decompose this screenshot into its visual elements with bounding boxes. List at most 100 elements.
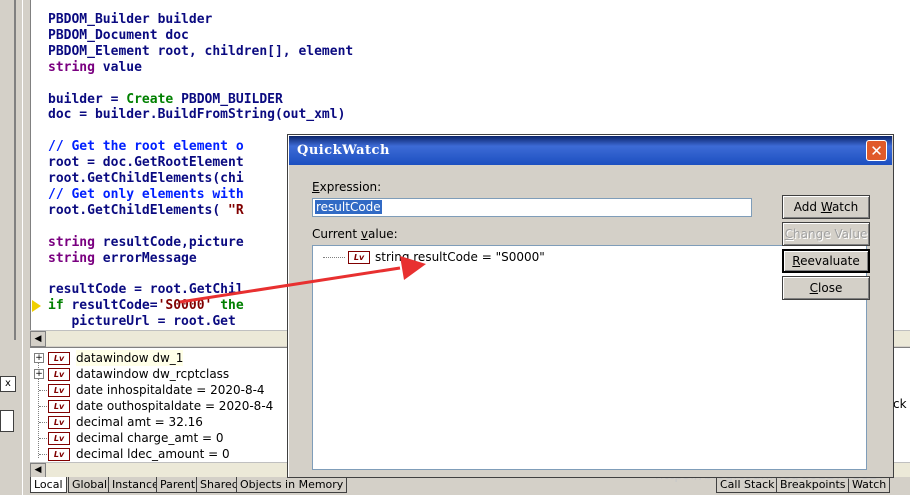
code-token: // Get only elements with [48,186,244,202]
code-token: string [48,234,95,250]
mnemonic-letter: v [360,227,368,241]
code-line[interactable]: // Get the root element o [48,139,244,154]
dialog-titlebar[interactable]: QuickWatch ✕ [289,136,892,165]
quickwatch-dialog: QuickWatch ✕ Expression: resultCode Curr… [287,134,894,478]
expand-plus-icon[interactable]: + [34,353,44,363]
tree-connector [39,390,47,391]
dock-close-icon[interactable]: x [0,376,16,392]
code-line[interactable]: PBDOM_Document doc [48,28,189,43]
close-button[interactable]: Close [782,276,870,300]
reevaluate-button[interactable]: Reevaluate [782,249,870,273]
local-variable-icon: Lv [348,251,370,264]
variable-row[interactable]: Lv decimal amt = 32.16 [30,414,330,430]
variable-text: date outhospitaldate = 2020-8-4 [76,399,274,413]
current-line-arrow-icon [32,300,41,312]
code-token: string [48,250,95,266]
gutter-divider [22,0,23,495]
code-token: the [212,298,244,314]
mnemonic-letter: E [312,180,320,194]
variable-row[interactable]: + Lv datawindow dw_1 [30,350,330,366]
code-token: resultCode= [63,298,158,314]
tab-instance[interactable]: Instance [108,477,163,493]
expression-value: resultCode [315,200,382,214]
variable-text: datawindow dw_rcptclass [76,367,230,381]
code-token: "R [228,202,244,218]
code-token: PBDOM_BUILDER [173,91,283,107]
local-variable-icon: Lv [48,416,70,429]
variable-row[interactable]: Lv decimal ldec_amount = 0 [30,446,330,462]
tree-connector [39,422,47,423]
tab-objects-in-memory[interactable]: Objects in Memory [236,477,348,493]
change-value-button[interactable]: Change Value [782,222,870,246]
code-token: root.GetChildElements(chi [48,171,244,187]
variable-text: date inhospitaldate = 2020-8-4 [76,383,265,397]
code-token: PBDOM_Document doc [48,27,189,43]
local-variable-icon: Lv [48,432,70,445]
code-token: root.GetChildElements( [48,202,229,218]
tab-global[interactable]: Global [68,477,112,493]
code-token: errorMessage [94,250,197,266]
code-line[interactable]: PBDOM_Element root, children[], element [48,44,353,59]
variable-row[interactable]: + Lv datawindow dw_rcptclass [30,366,330,382]
tree-connector [39,454,47,455]
close-icon[interactable]: ✕ [866,140,887,161]
code-line[interactable]: root.GetChildElements(chi [48,171,244,186]
local-variable-icon: Lv [48,384,70,397]
code-token: value [94,59,142,75]
tree-connector [39,438,47,439]
code-line[interactable]: string errorMessage [48,251,197,266]
code-token: pictureUrl = root.Get [48,314,236,330]
local-variable-icon: Lv [48,352,70,365]
code-token: builder = [48,91,127,107]
gutter-divider [14,0,16,340]
code-token: 'S0000' [157,298,213,314]
mnemonic-letter: W [820,200,832,214]
value-text: string resultCode = "S0000" [375,250,545,264]
code-line[interactable]: pictureUrl = root.Get [48,314,236,330]
mnemonic-letter: R [792,254,801,268]
tab-local[interactable]: Local [30,477,67,493]
code-line[interactable]: doc = builder.BuildFromString(out_xml) [48,107,345,122]
variable-text: decimal amt = 32.16 [76,415,203,429]
code-line[interactable]: root.GetChildElements( "R [48,203,244,218]
dialog-title: QuickWatch [297,143,390,158]
variable-row[interactable]: Lv decimal charge_amt = 0 [30,430,330,446]
variable-text: datawindow dw_1 [76,350,184,366]
variable-row[interactable]: Lv date outhospitaldate = 2020-8-4 [30,398,330,414]
code-token: if [48,298,64,314]
code-line[interactable]: string resultCode,picture [48,235,244,250]
code-token: PBDOM_Element root, children[], element [48,43,354,59]
code-token: resultCode = root.GetChil [48,282,244,298]
expression-label: Expression: [312,180,382,194]
add-watch-button[interactable]: Add Watch [782,195,870,219]
scroll-left-arrow-icon[interactable]: ◀ [30,331,46,347]
scroll-left-arrow-icon[interactable]: ◀ [30,463,46,478]
local-variable-icon: Lv [48,368,70,381]
expand-plus-icon[interactable]: + [34,369,44,379]
code-token: Create [126,91,174,107]
code-line[interactable]: root = doc.GetRootElement [48,155,244,170]
current-value-label: Current value: [312,227,398,241]
code-token: string [48,59,95,75]
tree-connector [39,406,47,407]
partial-label: ck [893,397,907,411]
expression-input[interactable]: resultCode [312,198,752,217]
code-line[interactable]: // Get only elements with [48,187,244,202]
local-variable-icon: Lv [48,400,70,413]
code-token: resultCode,picture [94,234,244,250]
code-token: doc = builder.BuildFromString(out_xml) [48,107,346,123]
code-line[interactable]: resultCode = root.GetChil [48,282,244,297]
code-token: root = doc.GetRootElement [48,155,244,171]
tab-parent[interactable]: Parent [156,477,200,493]
mnemonic-letter: C [809,281,819,295]
code-line[interactable]: if resultCode='S0000' the [48,298,244,313]
code-token: // Get the root element o [48,139,244,155]
variable-row[interactable]: Lv date inhospitaldate = 2020-8-4 [30,382,330,398]
mnemonic-letter: C [784,227,794,241]
code-line[interactable]: PBDOM_Builder builder [48,12,212,27]
code-line[interactable]: builder = Create PBDOM_BUILDER [48,92,283,107]
tree-connector [323,257,345,258]
code-line[interactable]: string value [48,60,142,75]
dock-panel-stub [0,410,14,432]
code-token: PBDOM_Builder builder [48,12,213,27]
